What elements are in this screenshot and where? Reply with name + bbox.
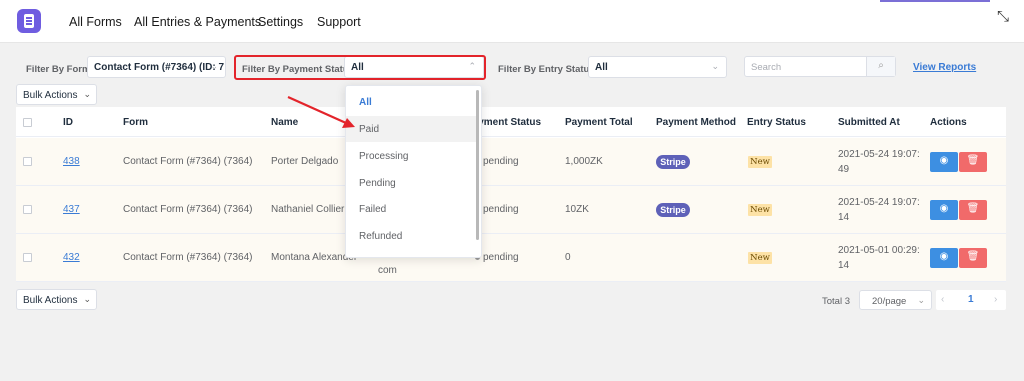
payment-method-badge: Stripe [656,155,690,169]
form-filter-select[interactable]: Contact Form (#7364) (ID: 7 ⌄ [87,56,226,78]
search-input[interactable]: Search [751,62,781,73]
form-cell: Contact Form (#7364) (7364) [123,156,253,167]
submitted-at-line2: 14 [838,260,850,271]
payment-status-text: pending [483,156,519,167]
bulk-actions-label: Bulk Actions [23,90,78,101]
view-eye-icon[interactable]: ◉ [930,152,958,172]
submitted-at-line1: 2021-05-01 00:29: [838,245,920,256]
dropdown-scrollbar[interactable] [476,90,479,240]
entries-table: ID Form Name Payment Status Payment Tota… [16,107,1006,282]
entry-status-select[interactable]: All ⌄ [588,56,727,78]
page-size-value: 20/page [872,296,907,307]
next-page-icon[interactable]: › [994,294,997,305]
view-reports-link[interactable]: View Reports [913,62,976,73]
email-fragment: com [378,265,397,276]
row-checkbox[interactable] [23,253,32,262]
bulk-actions-label: Bulk Actions [23,295,78,306]
chevron-down-icon: ⌄ [83,294,91,304]
prev-page-icon[interactable]: ‹ [941,294,944,305]
name-cell: Nathaniel Collier [271,204,345,215]
entry-status-badge: New [748,204,772,216]
entry-status-badge: New [748,252,772,264]
view-eye-icon[interactable]: ◉ [930,200,958,220]
submitted-at-line1: 2021-05-24 19:07: [838,149,920,160]
dropdown-option-pending[interactable]: Pending [346,170,479,196]
view-eye-icon[interactable]: ◉ [930,248,958,268]
filter-by-form-label: Filter By Form [26,64,91,75]
dropdown-option-processing[interactable]: Processing [346,143,479,169]
entry-id-link[interactable]: 437 [63,204,80,215]
pagination: ‹ 1 › [936,290,1006,310]
col-id[interactable]: ID [63,117,73,128]
nav-support[interactable]: Support [317,15,361,29]
dropdown-option-paid[interactable]: Paid [346,116,479,142]
col-entry-status[interactable]: Entry Status [747,117,806,128]
delete-trash-icon[interactable]: 🗑 [959,200,987,220]
payment-total-cell: 0 [565,252,571,263]
nav-all-entries-payments[interactable]: All Entries & Payments [134,15,261,29]
nav-all-forms[interactable]: All Forms [69,15,122,29]
dropdown-option-all[interactable]: All [346,89,479,115]
payment-status-text: pending [483,204,519,215]
delete-trash-icon[interactable]: 🗑 [959,248,987,268]
search-box: Search ⌕ [744,56,896,77]
form-filter-value: Contact Form (#7364) (ID: 7 [94,62,225,73]
delete-trash-icon[interactable]: 🗑 [959,152,987,172]
chevron-down-icon: ⌄ [210,61,218,71]
nav-settings[interactable]: Settings [258,15,303,29]
table-row: 432 Contact Form (#7364) (7364) Montana … [16,234,1006,282]
entry-id-link[interactable]: 432 [63,252,80,263]
dropdown-option-failed[interactable]: Failed [346,196,479,222]
bulk-actions-select-top[interactable]: Bulk Actions ⌄ [16,84,97,105]
fullscreen-collapse-icon[interactable]: ⤡ [997,8,1009,25]
submitted-at-line1: 2021-05-24 19:07: [838,197,920,208]
col-actions: Actions [930,117,967,128]
app-logo-icon[interactable] [17,9,41,33]
form-cell: Contact Form (#7364) (7364) [123,204,253,215]
form-cell: Contact Form (#7364) (7364) [123,252,253,263]
bulk-actions-select-bottom[interactable]: Bulk Actions ⌄ [16,289,97,310]
table-row: 437 Contact Form (#7364) (7364) Nathanie… [16,186,1006,234]
payment-total-cell: 10ZK [565,204,589,215]
filter-by-entry-status-label: Filter By Entry Status [498,64,595,75]
total-count: Total 3 [822,296,850,307]
row-checkbox[interactable] [23,157,32,166]
table-row: 438 Contact Form (#7364) (7364) Porter D… [16,138,1006,186]
chevron-down-icon: ⌄ [917,295,925,305]
col-form[interactable]: Form [123,117,148,128]
search-icon[interactable]: ⌕ [866,57,895,76]
payment-status-dropdown: All Paid Processing Pending Failed Refun… [345,85,482,258]
chevron-down-icon: ⌄ [711,61,719,71]
submitted-at-line2: 49 [838,164,850,175]
payment-status-text: pending [483,252,519,263]
select-all-checkbox[interactable] [23,118,32,127]
top-nav-bar: All Forms All Entries & Payments Setting… [0,0,1024,43]
table-header: ID Form Name Payment Status Payment Tota… [16,107,1006,137]
col-payment-method[interactable]: Payment Method [656,117,736,128]
payment-method-badge: Stripe [656,203,690,217]
top-accent-line [880,0,990,2]
name-cell: Porter Delgado [271,156,339,167]
row-checkbox[interactable] [23,205,32,214]
annotation-arrow-icon [287,95,355,128]
entry-id-link[interactable]: 438 [63,156,80,167]
entry-status-value: All [595,62,608,73]
page-number[interactable]: 1 [968,294,974,305]
submitted-at-line2: 14 [838,212,850,223]
col-payment-total[interactable]: Payment Total [565,117,633,128]
payment-total-cell: 1,000ZK [565,156,603,167]
page-size-select[interactable]: 20/page ⌄ [859,290,932,310]
chevron-down-icon: ⌄ [83,89,91,99]
highlight-box [234,55,486,80]
entry-status-badge: New [748,156,772,168]
col-submitted-at[interactable]: Submitted At [838,117,900,128]
dropdown-option-refunded[interactable]: Refunded [346,223,479,249]
